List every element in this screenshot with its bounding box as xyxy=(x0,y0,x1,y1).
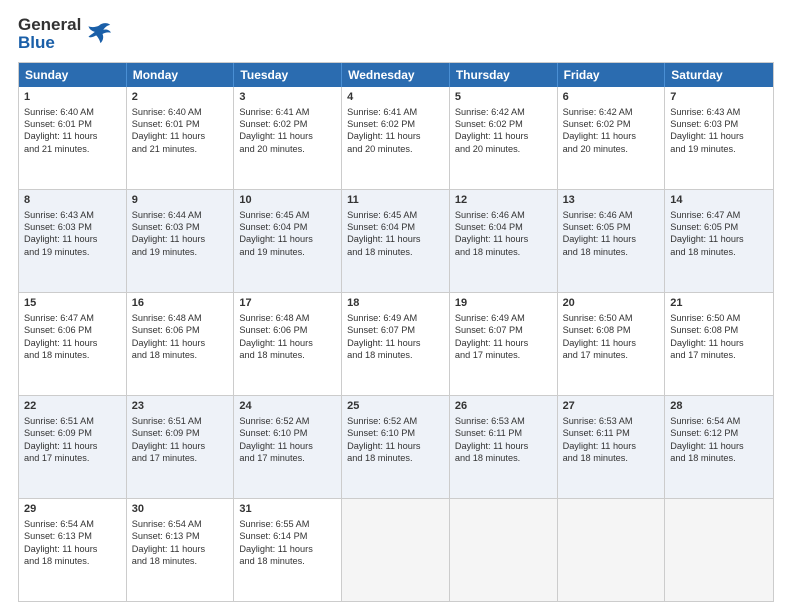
day-cell-17: 17Sunrise: 6:48 AMSunset: 6:06 PMDayligh… xyxy=(234,293,342,395)
day-number: 29 xyxy=(24,502,121,517)
day-cell-18: 18Sunrise: 6:49 AMSunset: 6:07 PMDayligh… xyxy=(342,293,450,395)
day-cell-10: 10Sunrise: 6:45 AMSunset: 6:04 PMDayligh… xyxy=(234,190,342,292)
day-number: 23 xyxy=(132,399,229,414)
day-number: 30 xyxy=(132,502,229,517)
day-number: 11 xyxy=(347,193,444,208)
empty-cell xyxy=(450,499,558,601)
day-number: 2 xyxy=(132,90,229,105)
day-header-friday: Friday xyxy=(558,63,666,87)
day-number: 9 xyxy=(132,193,229,208)
day-number: 1 xyxy=(24,90,121,105)
day-header-tuesday: Tuesday xyxy=(234,63,342,87)
day-header-thursday: Thursday xyxy=(450,63,558,87)
day-number: 19 xyxy=(455,296,552,311)
day-number: 20 xyxy=(563,296,660,311)
day-cell-22: 22Sunrise: 6:51 AMSunset: 6:09 PMDayligh… xyxy=(19,396,127,498)
empty-cell xyxy=(665,499,773,601)
calendar-week-4: 22Sunrise: 6:51 AMSunset: 6:09 PMDayligh… xyxy=(19,395,773,498)
day-cell-30: 30Sunrise: 6:54 AMSunset: 6:13 PMDayligh… xyxy=(127,499,235,601)
calendar-header: SundayMondayTuesdayWednesdayThursdayFrid… xyxy=(19,63,773,87)
day-cell-7: 7Sunrise: 6:43 AMSunset: 6:03 PMDaylight… xyxy=(665,87,773,189)
day-cell-3: 3Sunrise: 6:41 AMSunset: 6:02 PMDaylight… xyxy=(234,87,342,189)
day-number: 13 xyxy=(563,193,660,208)
day-cell-12: 12Sunrise: 6:46 AMSunset: 6:04 PMDayligh… xyxy=(450,190,558,292)
day-number: 14 xyxy=(670,193,768,208)
day-number: 5 xyxy=(455,90,552,105)
page: General Blue SundayMondayTuesdayWednesda… xyxy=(0,0,792,612)
day-number: 12 xyxy=(455,193,552,208)
logo-general: General xyxy=(18,16,81,34)
day-number: 8 xyxy=(24,193,121,208)
day-number: 10 xyxy=(239,193,336,208)
day-cell-21: 21Sunrise: 6:50 AMSunset: 6:08 PMDayligh… xyxy=(665,293,773,395)
day-cell-15: 15Sunrise: 6:47 AMSunset: 6:06 PMDayligh… xyxy=(19,293,127,395)
day-cell-4: 4Sunrise: 6:41 AMSunset: 6:02 PMDaylight… xyxy=(342,87,450,189)
day-cell-27: 27Sunrise: 6:53 AMSunset: 6:11 PMDayligh… xyxy=(558,396,666,498)
day-header-saturday: Saturday xyxy=(665,63,773,87)
calendar-week-3: 15Sunrise: 6:47 AMSunset: 6:06 PMDayligh… xyxy=(19,292,773,395)
day-number: 7 xyxy=(670,90,768,105)
calendar-body: 1Sunrise: 6:40 AMSunset: 6:01 PMDaylight… xyxy=(19,87,773,601)
day-cell-26: 26Sunrise: 6:53 AMSunset: 6:11 PMDayligh… xyxy=(450,396,558,498)
logo: General Blue xyxy=(18,16,113,52)
day-cell-28: 28Sunrise: 6:54 AMSunset: 6:12 PMDayligh… xyxy=(665,396,773,498)
day-header-sunday: Sunday xyxy=(19,63,127,87)
day-cell-31: 31Sunrise: 6:55 AMSunset: 6:14 PMDayligh… xyxy=(234,499,342,601)
calendar: SundayMondayTuesdayWednesdayThursdayFrid… xyxy=(18,62,774,602)
day-cell-1: 1Sunrise: 6:40 AMSunset: 6:01 PMDaylight… xyxy=(19,87,127,189)
day-number: 4 xyxy=(347,90,444,105)
day-cell-11: 11Sunrise: 6:45 AMSunset: 6:04 PMDayligh… xyxy=(342,190,450,292)
calendar-week-2: 8Sunrise: 6:43 AMSunset: 6:03 PMDaylight… xyxy=(19,189,773,292)
day-number: 16 xyxy=(132,296,229,311)
day-cell-29: 29Sunrise: 6:54 AMSunset: 6:13 PMDayligh… xyxy=(19,499,127,601)
day-cell-25: 25Sunrise: 6:52 AMSunset: 6:10 PMDayligh… xyxy=(342,396,450,498)
calendar-week-1: 1Sunrise: 6:40 AMSunset: 6:01 PMDaylight… xyxy=(19,87,773,189)
day-cell-23: 23Sunrise: 6:51 AMSunset: 6:09 PMDayligh… xyxy=(127,396,235,498)
day-number: 22 xyxy=(24,399,121,414)
day-cell-16: 16Sunrise: 6:48 AMSunset: 6:06 PMDayligh… xyxy=(127,293,235,395)
day-cell-13: 13Sunrise: 6:46 AMSunset: 6:05 PMDayligh… xyxy=(558,190,666,292)
day-number: 17 xyxy=(239,296,336,311)
calendar-week-5: 29Sunrise: 6:54 AMSunset: 6:13 PMDayligh… xyxy=(19,498,773,601)
day-number: 26 xyxy=(455,399,552,414)
day-number: 27 xyxy=(563,399,660,414)
day-number: 18 xyxy=(347,296,444,311)
day-cell-14: 14Sunrise: 6:47 AMSunset: 6:05 PMDayligh… xyxy=(665,190,773,292)
day-cell-8: 8Sunrise: 6:43 AMSunset: 6:03 PMDaylight… xyxy=(19,190,127,292)
day-number: 21 xyxy=(670,296,768,311)
day-cell-6: 6Sunrise: 6:42 AMSunset: 6:02 PMDaylight… xyxy=(558,87,666,189)
empty-cell xyxy=(342,499,450,601)
day-cell-24: 24Sunrise: 6:52 AMSunset: 6:10 PMDayligh… xyxy=(234,396,342,498)
day-number: 25 xyxy=(347,399,444,414)
logo-blue: Blue xyxy=(18,34,81,52)
day-cell-19: 19Sunrise: 6:49 AMSunset: 6:07 PMDayligh… xyxy=(450,293,558,395)
day-cell-9: 9Sunrise: 6:44 AMSunset: 6:03 PMDaylight… xyxy=(127,190,235,292)
day-cell-2: 2Sunrise: 6:40 AMSunset: 6:01 PMDaylight… xyxy=(127,87,235,189)
logo-bird-icon xyxy=(85,20,113,48)
day-number: 15 xyxy=(24,296,121,311)
day-number: 31 xyxy=(239,502,336,517)
day-number: 6 xyxy=(563,90,660,105)
day-number: 28 xyxy=(670,399,768,414)
day-number: 3 xyxy=(239,90,336,105)
header: General Blue xyxy=(18,16,774,52)
day-number: 24 xyxy=(239,399,336,414)
empty-cell xyxy=(558,499,666,601)
day-header-monday: Monday xyxy=(127,63,235,87)
day-header-wednesday: Wednesday xyxy=(342,63,450,87)
day-cell-20: 20Sunrise: 6:50 AMSunset: 6:08 PMDayligh… xyxy=(558,293,666,395)
day-cell-5: 5Sunrise: 6:42 AMSunset: 6:02 PMDaylight… xyxy=(450,87,558,189)
